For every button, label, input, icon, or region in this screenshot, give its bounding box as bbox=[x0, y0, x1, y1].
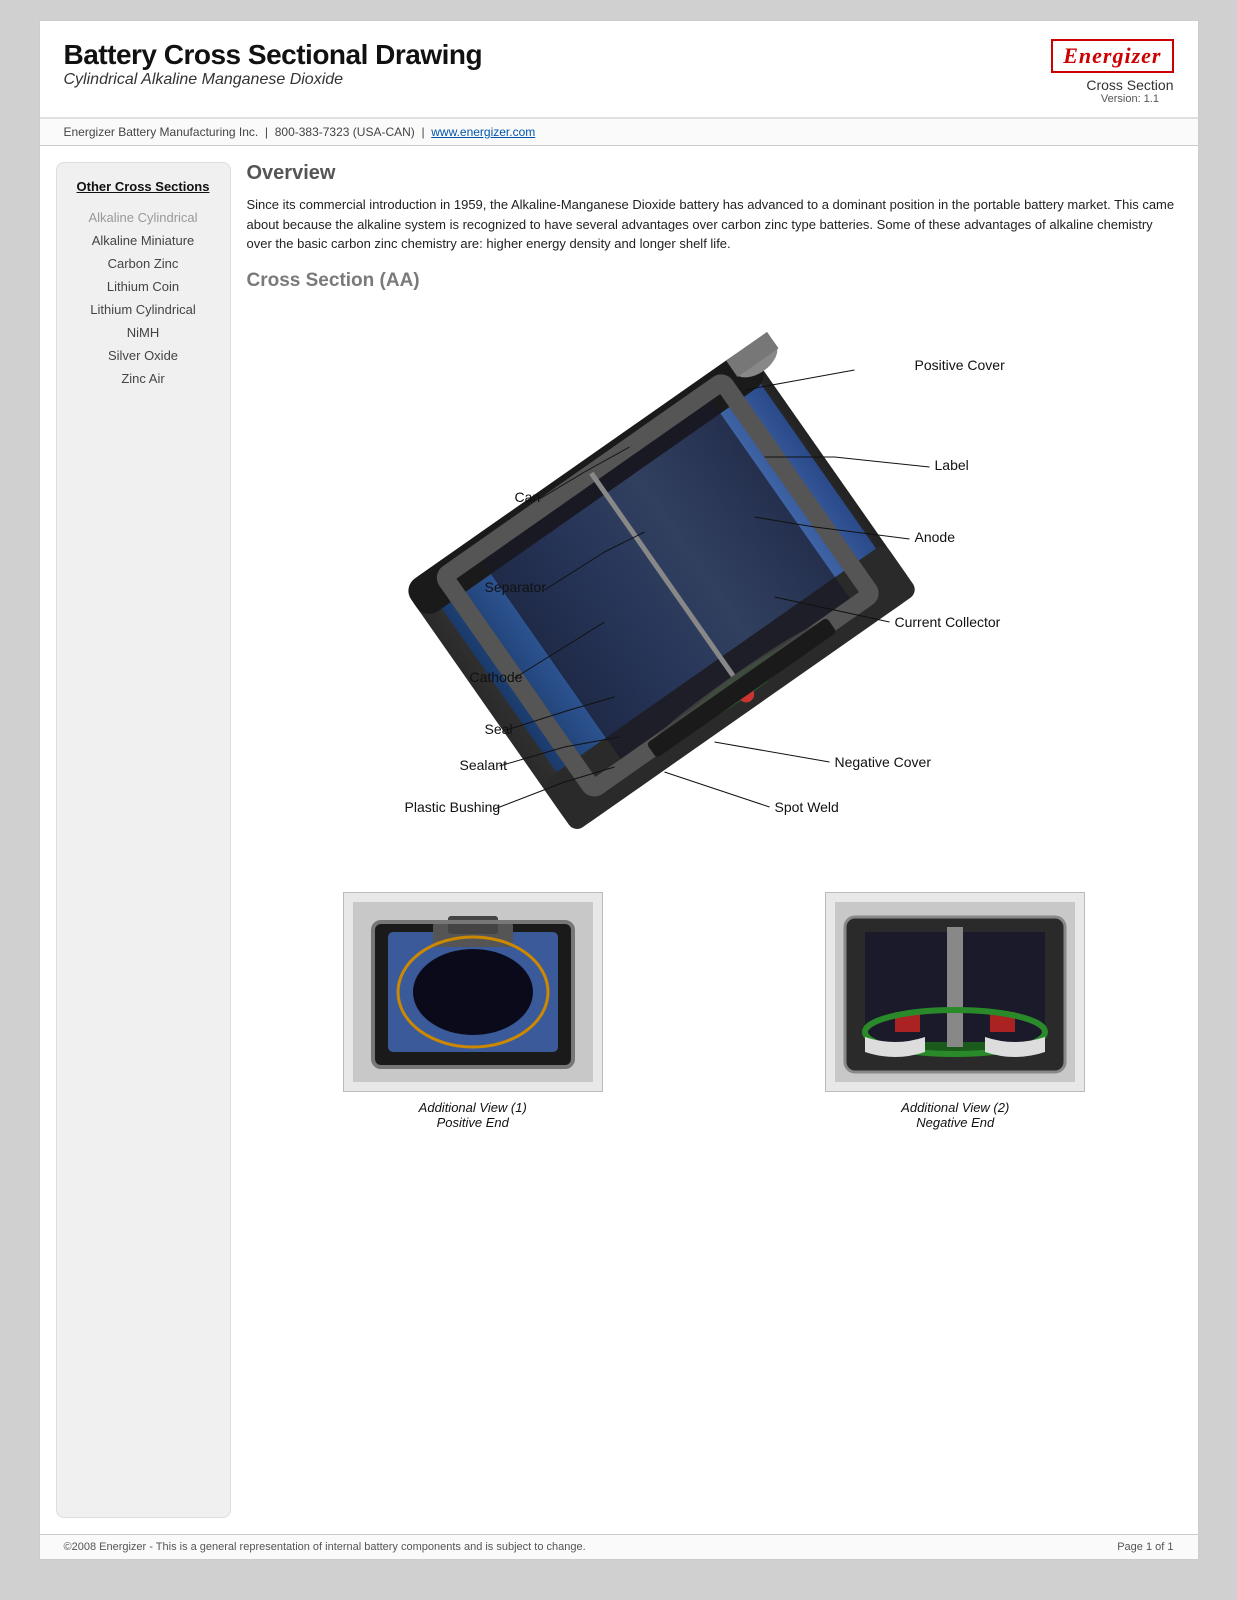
website-link[interactable]: www.energizer.com bbox=[431, 125, 535, 139]
sidebar-title: Other Cross Sections bbox=[65, 179, 222, 194]
overview-text: Since its commercial introduction in 195… bbox=[247, 195, 1182, 254]
additional-view-1: Additional View (1) Positive End bbox=[247, 892, 700, 1130]
page-number: Page 1 of 1 bbox=[1117, 1541, 1173, 1553]
sidebar-item-lithium-cylindrical[interactable]: Lithium Cylindrical bbox=[65, 298, 222, 321]
page-title: Battery Cross Sectional Drawing bbox=[64, 39, 483, 71]
section-label: Cross Section bbox=[1086, 77, 1173, 93]
sidebar-item-alkaline-miniature[interactable]: Alkaline Miniature bbox=[65, 229, 222, 252]
additional-view-2: Additional View (2) Negative End bbox=[729, 892, 1182, 1130]
label-can: Can bbox=[514, 489, 540, 505]
footer: ©2008 Energizer - This is a general repr… bbox=[40, 1534, 1198, 1559]
view-box-2 bbox=[825, 892, 1085, 1092]
label-sealant: Sealant bbox=[459, 757, 507, 773]
label-current-collector: Current Collector bbox=[894, 614, 1000, 630]
label-negative-cover: Negative Cover bbox=[834, 754, 931, 770]
label-positive-cover: Positive Cover bbox=[914, 357, 1005, 373]
label-cathode: Cathode bbox=[469, 669, 522, 685]
label-plastic-bushing: Plastic Bushing bbox=[404, 799, 500, 815]
label-label: Label bbox=[934, 457, 968, 473]
page: Battery Cross Sectional Drawing Cylindri… bbox=[39, 20, 1199, 1560]
header: Battery Cross Sectional Drawing Cylindri… bbox=[40, 21, 1198, 119]
header-left: Battery Cross Sectional Drawing Cylindri… bbox=[64, 39, 483, 89]
negative-end-svg bbox=[835, 902, 1075, 1082]
battery-diagram: Positive Cover Label Anode Current Colle… bbox=[247, 302, 1182, 862]
view-caption-1: Additional View (1) Positive End bbox=[419, 1100, 527, 1130]
additional-views: Additional View (1) Positive End bbox=[247, 892, 1182, 1130]
sidebar: Other Cross Sections Alkaline Cylindrica… bbox=[56, 162, 231, 1518]
sidebar-item-lithium-coin[interactable]: Lithium Coin bbox=[65, 275, 222, 298]
right-panel: Overview Since its commercial introducti… bbox=[247, 162, 1182, 1518]
label-anode: Anode bbox=[914, 529, 955, 545]
header-right: Energizer Cross Section Version: 1.1 bbox=[1051, 39, 1173, 105]
sidebar-item-nimh[interactable]: NiMH bbox=[65, 321, 222, 344]
sidebar-item-zinc-air[interactable]: Zinc Air bbox=[65, 367, 222, 390]
page-subtitle: Cylindrical Alkaline Manganese Dioxide bbox=[64, 71, 483, 89]
phone-number: 800-383-7323 (USA-CAN) bbox=[275, 125, 415, 139]
label-separator: Separator bbox=[484, 579, 546, 595]
copyright: ©2008 Energizer - This is a general repr… bbox=[64, 1541, 586, 1553]
diagram-area: Positive Cover Label Anode Current Colle… bbox=[247, 302, 1182, 862]
overview-title: Overview bbox=[247, 162, 1182, 185]
energizer-logo: Energizer bbox=[1051, 39, 1173, 73]
sidebar-item-alkaline-cylindrical[interactable]: Alkaline Cylindrical bbox=[65, 206, 222, 229]
version-label: Version: 1.1 bbox=[1086, 93, 1173, 105]
company-name: Energizer Battery Manufacturing Inc. bbox=[64, 125, 259, 139]
main-content: Other Cross Sections Alkaline Cylindrica… bbox=[40, 146, 1198, 1534]
label-spot-weld: Spot Weld bbox=[774, 799, 838, 815]
sidebar-item-carbon-zinc[interactable]: Carbon Zinc bbox=[65, 252, 222, 275]
sidebar-item-silver-oxide[interactable]: Silver Oxide bbox=[65, 344, 222, 367]
subheader: Energizer Battery Manufacturing Inc. | 8… bbox=[40, 119, 1198, 146]
header-right-text: Cross Section Version: 1.1 bbox=[1086, 77, 1173, 105]
view-caption-2: Additional View (2) Negative End bbox=[901, 1100, 1009, 1130]
cross-section-title: Cross Section (AA) bbox=[247, 270, 1182, 292]
positive-end-svg bbox=[353, 902, 593, 1082]
view-box-1 bbox=[343, 892, 603, 1092]
